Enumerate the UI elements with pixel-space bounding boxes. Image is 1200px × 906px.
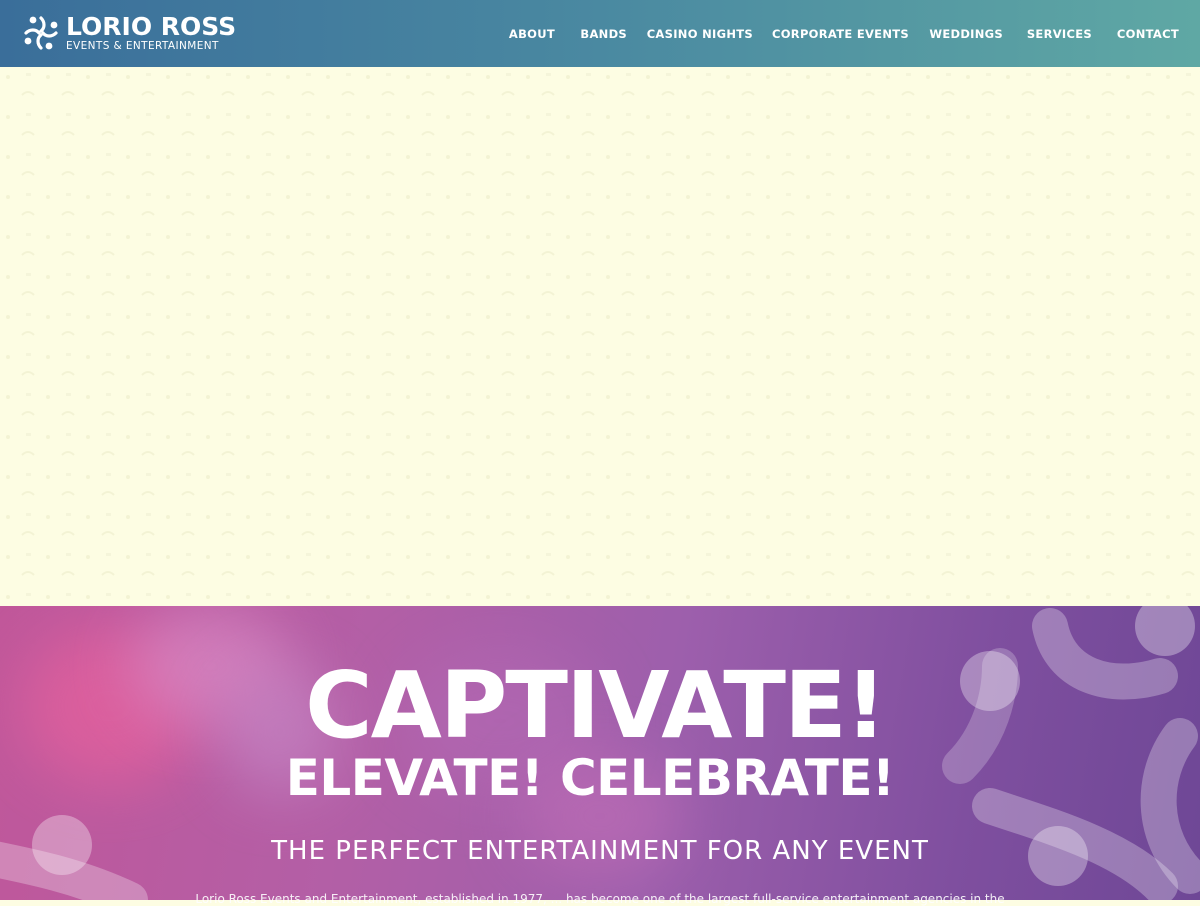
logo[interactable]: LORIO ROSS EVENTS & ENTERTAINMENT: [20, 12, 236, 54]
hero-area: [0, 67, 1200, 606]
site-header: LORIO ROSS EVENTS & ENTERTAINMENT ABOUT …: [0, 0, 1200, 67]
brand-name: LORIO ROSS: [66, 12, 237, 42]
nav-bands[interactable]: BANDS: [580, 27, 627, 41]
nav-weddings[interactable]: WEDDINGS: [929, 27, 1003, 41]
banner-body-text: Lorio Ross Events and Entertainment, est…: [195, 892, 1005, 906]
banner-headline: CAPTIVATE!: [305, 652, 887, 759]
banner-tagline: THE PERFECT ENTERTAINMENT FOR ANY EVENT: [271, 836, 929, 866]
people-circle-logo-icon: [24, 16, 58, 50]
hero-pattern: [0, 67, 1200, 606]
nav-contact[interactable]: CONTACT: [1117, 27, 1179, 41]
nav-corporate-events[interactable]: CORPORATE EVENTS: [772, 27, 909, 41]
brand-tagline: EVENTS & ENTERTAINMENT: [66, 40, 219, 53]
nav-casino-nights[interactable]: CASINO NIGHTS: [647, 27, 753, 41]
banner-subheadline: ELEVATE! CELEBRATE!: [285, 749, 895, 807]
nav-about[interactable]: ABOUT: [509, 27, 555, 41]
nav-services[interactable]: SERVICES: [1027, 27, 1092, 41]
